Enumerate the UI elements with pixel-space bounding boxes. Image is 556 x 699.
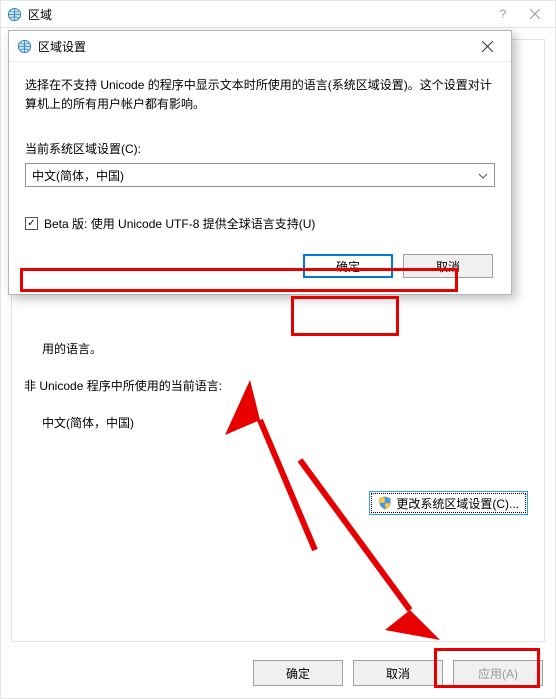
dialog-close-button[interactable] [471,36,503,56]
dialog-description: 选择在不支持 Unicode 的程序中显示文本时所使用的语言(系统区域设置)。这… [25,76,495,114]
dialog-titlebar: 区域设置 [9,31,511,62]
close-window-button[interactable] [521,5,549,23]
globe-icon [17,39,32,54]
dialog-body: 选择在不支持 Unicode 的程序中显示文本时所使用的语言(系统区域设置)。这… [9,62,511,294]
cancel-button[interactable]: 取消 [353,660,443,686]
beta-utf8-checkbox-row[interactable]: ✓ Beta 版: 使用 Unicode UTF-8 提供全球语言支持(U) [25,215,495,232]
current-locale-combobox[interactable]: 中文(简体，中国) [25,163,495,187]
truncated-text: 用的语言。 [42,340,532,357]
apply-button[interactable]: 应用(A) [453,660,543,686]
chevron-down-icon [478,168,488,182]
region-content-remnant: 用的语言。 非 Unicode 程序中所使用的当前语言: 中文(简体，中国) 更… [12,340,544,515]
non-unicode-heading: 非 Unicode 程序中所使用的当前语言: [24,377,532,394]
region-window-title: 区域 [28,6,52,23]
change-system-locale-button[interactable]: 更改系统区域设置(C)... [369,491,528,515]
current-locale-label: 当前系统区域设置(C): [25,140,495,157]
close-icon [482,41,493,52]
current-locale-value: 中文(简体，中国) [32,167,124,184]
region-window-buttons: 确定 取消 应用(A) [253,660,543,686]
region-window-titlebar: 区域 ? [1,1,555,28]
globe-icon [7,7,22,22]
non-unicode-value: 中文(简体，中国) [42,414,532,431]
window-controls: ? [489,5,549,23]
help-button[interactable]: ? [489,5,517,23]
ok-button[interactable]: 确定 [253,660,343,686]
dialog-title: 区域设置 [38,38,86,55]
dialog-ok-button[interactable]: 确定 [303,254,393,278]
dialog-button-row: 确定 取消 [25,248,493,278]
region-settings-dialog: 区域设置 选择在不支持 Unicode 的程序中显示文本时所使用的语言(系统区域… [8,30,512,295]
shield-icon [378,496,392,510]
beta-utf8-label: Beta 版: 使用 Unicode UTF-8 提供全球语言支持(U) [44,215,315,232]
change-system-locale-label: 更改系统区域设置(C)... [396,495,519,512]
beta-utf8-checkbox[interactable]: ✓ [25,217,38,230]
dialog-cancel-button[interactable]: 取消 [403,254,493,278]
